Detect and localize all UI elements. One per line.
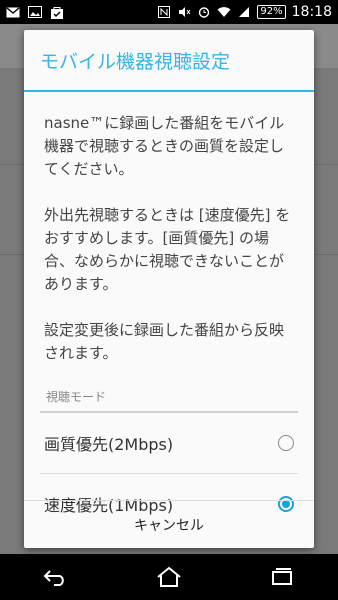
shopping-bag-icon bbox=[50, 6, 64, 19]
back-icon bbox=[43, 570, 65, 586]
message-paragraph: nasne™に録画した番組をモバイル機器で視聴するときの画質を設定してください。 bbox=[44, 114, 285, 178]
clock: 18:18 bbox=[291, 4, 332, 20]
home-icon bbox=[157, 566, 181, 587]
screen: 92% 18:18 モバイル機器視聴設定 nasne™に録画した番組をモバイル機… bbox=[0, 0, 338, 600]
message-paragraph: 外出先視聴するときは [速度優先] をおすすめします。[画質優先] の場合、なめ… bbox=[44, 206, 291, 293]
battery-level: 92% bbox=[257, 5, 286, 19]
status-bar: 92% 18:18 bbox=[0, 0, 338, 24]
option-quality-priority[interactable]: 画質優先(2Mbps) bbox=[44, 413, 314, 473]
home-button[interactable] bbox=[149, 562, 189, 592]
cancel-button-label: キャンセル bbox=[134, 517, 204, 534]
recent-apps-icon bbox=[271, 568, 292, 585]
dialog-message: nasne™に録画した番組をモバイル機器で視聴するときの画質を設定してください。… bbox=[24, 92, 314, 365]
gmail-icon bbox=[6, 6, 20, 18]
system-icons: 92% 18:18 bbox=[157, 4, 332, 20]
cancel-button[interactable]: キャンセル bbox=[24, 500, 314, 548]
nfc-icon bbox=[157, 6, 171, 18]
image-icon bbox=[28, 6, 42, 18]
message-paragraph: 設定変更後に録画した番組から反映されます。 bbox=[44, 321, 285, 362]
navigation-bar bbox=[0, 554, 338, 600]
mute-icon bbox=[177, 6, 191, 18]
signal-icon bbox=[237, 6, 251, 18]
recent-apps-button[interactable] bbox=[262, 562, 302, 592]
radio-button-unchecked[interactable] bbox=[278, 435, 294, 451]
dialog-title: モバイル機器視聴設定 bbox=[40, 50, 231, 73]
alarm-icon bbox=[197, 6, 211, 18]
notification-icons bbox=[6, 6, 64, 19]
section-header-viewing-mode: 視聴モード bbox=[40, 388, 298, 413]
back-button[interactable] bbox=[36, 562, 76, 592]
option-label: 画質優先(2Mbps) bbox=[44, 435, 174, 454]
wifi-icon bbox=[217, 6, 231, 18]
settings-dialog: モバイル機器視聴設定 nasne™に録画した番組をモバイル機器で視聴するときの画… bbox=[24, 30, 314, 548]
